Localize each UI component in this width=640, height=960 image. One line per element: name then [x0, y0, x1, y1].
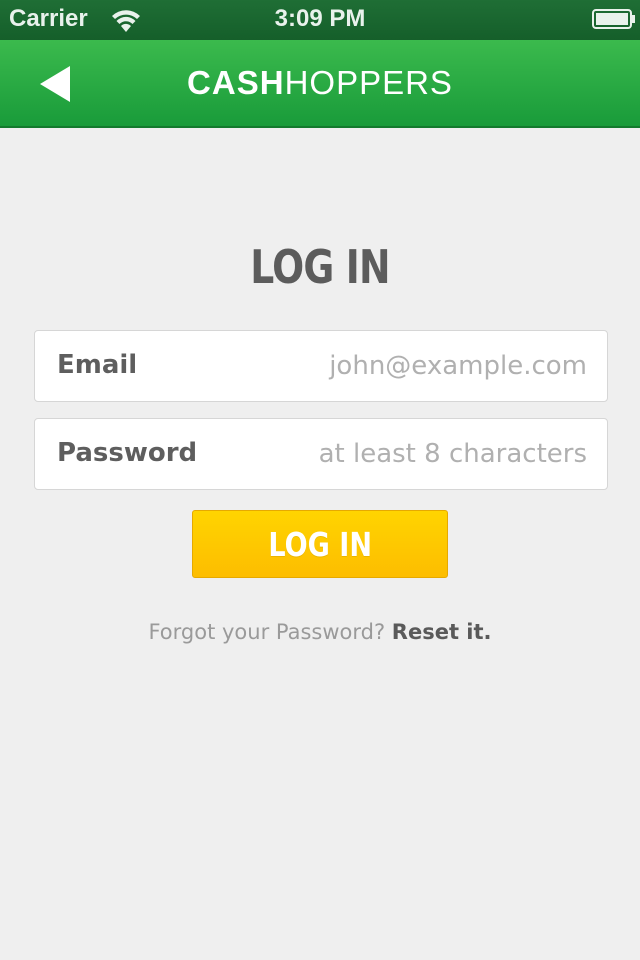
reset-password-link[interactable]: Reset it. [392, 620, 492, 644]
page-title: LOG IN [250, 240, 390, 294]
forgot-password-text: Forgot your Password? [148, 620, 392, 644]
password-label: Password [57, 438, 198, 468]
login-button-label: LOG IN [268, 525, 372, 564]
status-bar: Carrier 3:09 PM [0, 0, 640, 40]
email-input[interactable] [257, 343, 587, 389]
login-button[interactable]: LOG IN [192, 510, 448, 578]
forgot-password-row: Forgot your Password? Reset it. [0, 620, 640, 644]
brand-logo-bold: CASH [187, 64, 285, 101]
email-field[interactable]: Email [34, 330, 608, 402]
battery-icon [592, 9, 636, 29]
password-field[interactable]: Password [34, 418, 608, 490]
brand-logo-light: HOPPERS [284, 64, 453, 101]
password-input[interactable] [257, 431, 587, 477]
email-label: Email [57, 350, 138, 380]
navigation-bar: CASHHOPPERS [0, 40, 640, 128]
status-time: 3:09 PM [274, 5, 366, 32]
brand-logo: CASHHOPPERS [0, 64, 640, 102]
